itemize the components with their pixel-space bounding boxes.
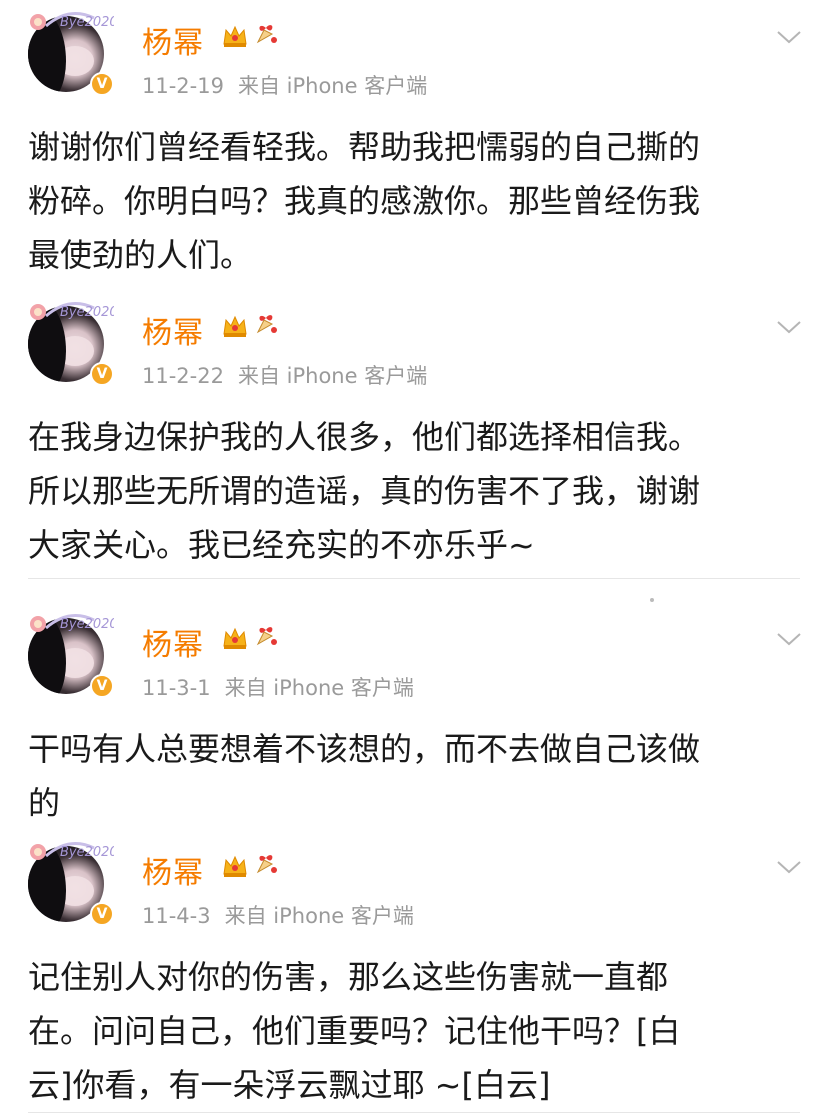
post-text-line: 在我身边保护我的人很多，他们都选择相信我。 — [28, 418, 701, 456]
post-text-line: 在。问问自己，他们重要吗？记住他干吗？[白 — [28, 1012, 681, 1050]
post-time: 11-4-3 — [142, 904, 211, 928]
post-text-line: 云]你看，有一朵浮云飘过耶 ~[白云] — [28, 1066, 551, 1104]
post-source[interactable]: 来自 iPhone 客户端 — [225, 676, 414, 700]
post-text-line: 所以那些无所谓的造谣，真的伤害不了我，谢谢 — [28, 472, 701, 510]
bell-decoration-icon[interactable] — [252, 20, 280, 48]
chevron-down-icon[interactable] — [776, 318, 802, 336]
crown-icon[interactable] — [222, 626, 248, 650]
post-time: 11-2-22 — [142, 364, 224, 388]
crown-icon[interactable] — [222, 314, 248, 338]
post-text-line: 大家关心。我已经充实的不亦乐乎~ — [28, 526, 535, 564]
post-time: 11-3-1 — [142, 676, 211, 700]
avatar[interactable]: Bye2020 V — [28, 838, 114, 926]
bell-decoration-icon[interactable] — [252, 850, 280, 878]
post-meta: 11-3-1 来自 iPhone 客户端 — [142, 672, 414, 702]
post-meta: 11-2-19 来自 iPhone 客户端 — [142, 70, 427, 100]
crown-icon[interactable] — [222, 854, 248, 878]
post-time: 11-2-19 — [142, 74, 224, 98]
post-meta: 11-2-22 来自 iPhone 客户端 — [142, 360, 427, 390]
post-source[interactable]: 来自 iPhone 客户端 — [238, 74, 427, 98]
post-text-line: 粉碎。你明白吗？我真的感激你。那些曾经伤我 — [28, 182, 701, 220]
post-text-line: 干吗有人总要想着不该想的，而不去做自己该做 — [28, 730, 701, 768]
verified-badge-icon: V — [90, 902, 114, 926]
post-meta: 11-4-3 来自 iPhone 客户端 — [142, 900, 414, 930]
crown-icon[interactable] — [222, 24, 248, 48]
post-text-line: 谢谢你们曾经看轻我。帮助我把懦弱的自己撕的 — [28, 128, 701, 166]
avatar[interactable]: Bye2020 V — [28, 8, 114, 96]
chevron-down-icon[interactable] — [776, 858, 802, 876]
verified-badge-icon: V — [90, 362, 114, 386]
post-source[interactable]: 来自 iPhone 客户端 — [238, 364, 427, 388]
username[interactable]: 杨幂 — [142, 620, 204, 664]
bell-decoration-icon[interactable] — [252, 310, 280, 338]
avatar[interactable]: Bye2020 V — [28, 610, 114, 698]
avatar[interactable]: Bye2020 V — [28, 298, 114, 386]
username[interactable]: 杨幂 — [142, 848, 204, 892]
post-divider — [28, 1112, 800, 1113]
username[interactable]: 杨幂 — [142, 308, 204, 352]
post-text-line: 记住别人对你的伤害，那么这些伤害就一直都 — [28, 958, 669, 996]
verified-badge-icon: V — [90, 674, 114, 698]
post-text-line: 的 — [28, 784, 61, 822]
post-text: 谢谢你们曾经看轻我。帮助我把懦弱的自己撕的 粉碎。你明白吗？我真的感激你。那些曾… — [28, 120, 808, 282]
scroll-indicator-dot — [650, 598, 654, 602]
post-text-line: 最使劲的人们。 — [28, 236, 253, 274]
username[interactable]: 杨幂 — [142, 18, 204, 62]
chevron-down-icon[interactable] — [776, 28, 802, 46]
post-text: 记住别人对你的伤害，那么这些伤害就一直都 在。问问自己，他们重要吗？记住他干吗？… — [28, 950, 808, 1112]
chevron-down-icon[interactable] — [776, 630, 802, 648]
post-source[interactable]: 来自 iPhone 客户端 — [225, 904, 414, 928]
post-text: 在我身边保护我的人很多，他们都选择相信我。 所以那些无所谓的造谣，真的伤害不了我… — [28, 410, 808, 572]
post-divider — [28, 578, 800, 579]
bell-decoration-icon[interactable] — [252, 622, 280, 650]
post-text: 干吗有人总要想着不该想的，而不去做自己该做 的 — [28, 722, 808, 830]
verified-badge-icon: V — [90, 72, 114, 96]
